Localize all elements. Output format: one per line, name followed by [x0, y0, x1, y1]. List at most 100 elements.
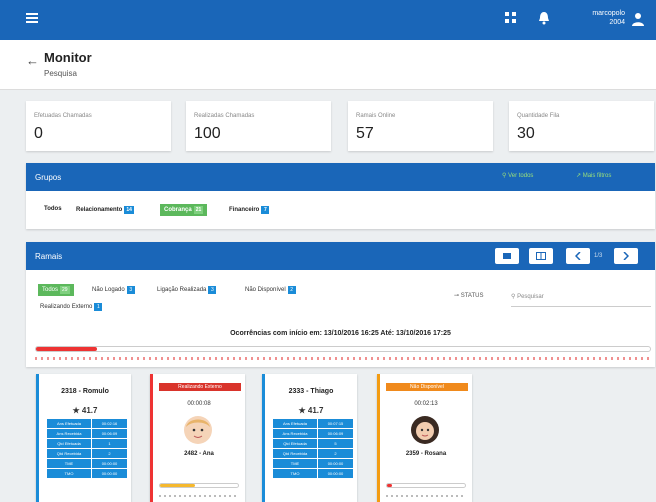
grid-view-icon: [536, 252, 546, 260]
metric-key: Ans Recebida: [273, 429, 317, 438]
stat-card-efetuadas: Efetuadas Chamadas 0: [26, 101, 171, 151]
group-chip-label: Todos: [44, 206, 62, 212]
filter-label: Realizando Externo: [40, 304, 93, 310]
agent-avatar: [183, 415, 213, 445]
call-progress-fill: [387, 484, 392, 487]
metric-key: Ans Recebida: [47, 429, 91, 438]
group-count-badge: 21: [193, 206, 204, 214]
metric-row: Ans Efetuada 00:07:15: [273, 419, 353, 428]
filter-count-badge: 2: [287, 286, 296, 294]
group-chip-financeiro[interactable]: Financeiro 7: [229, 206, 270, 214]
filter-label: Não Disponível: [245, 287, 286, 293]
call-timer: 00:02:13: [414, 401, 438, 407]
filter-realizando-externo[interactable]: Realizando Externo 1: [40, 303, 103, 311]
metric-value: 00:06:09: [92, 429, 127, 438]
agent-card-romulo[interactable]: 2318 - Romulo ★ 41.7 Ans Efetuada 00:02:1…: [36, 374, 131, 502]
timeline-fill: [36, 347, 98, 351]
filter-nao-disponivel[interactable]: Não Disponível 2: [245, 286, 296, 294]
list-view-button[interactable]: [495, 248, 519, 264]
metric-value: 1: [92, 439, 127, 448]
back-arrow-icon[interactable]: ←: [26, 53, 39, 68]
metric-row: Ans Efetuada 00:02:16: [47, 419, 127, 428]
agent-name: 2359 - Rosana: [405, 451, 447, 457]
call-progress-fill: [160, 484, 196, 487]
filter-todos[interactable]: Todos 29: [38, 284, 74, 296]
next-page-button[interactable]: [614, 248, 638, 264]
filter-count-badge: 3: [126, 286, 135, 294]
stat-value: 100: [194, 125, 221, 142]
page-subtitle: Pesquisa: [44, 69, 77, 78]
search-field[interactable]: ⚲ Pesquisar: [511, 293, 651, 307]
metric-row: Qtd Efetuada 1: [47, 439, 127, 448]
agent-score: ★ 41.7: [298, 406, 324, 415]
page-header: ← Monitor Pesquisa: [0, 40, 656, 90]
metric-row: TMO 00:00:00: [47, 469, 127, 478]
agent-card-ana[interactable]: Realizando Externo 00:00:08 2482 - Ana: [150, 374, 245, 502]
call-progress-bar: [386, 483, 466, 488]
metric-value: 00:00:00: [92, 469, 127, 478]
more-filters-label: Mais filtros: [582, 173, 612, 179]
status-label: STATUS: [460, 293, 484, 299]
group-chip-label: Relacionamento: [76, 207, 123, 213]
ramais-title: Ramais: [35, 252, 63, 261]
grid-view-button[interactable]: [529, 248, 553, 264]
agent-card-rosana[interactable]: Não Disponível 00:02:13 2359 - Rosana: [377, 374, 472, 502]
status-tag: Não Disponível: [386, 383, 468, 391]
group-chip-relacionamento[interactable]: Relacionamento 14: [76, 206, 134, 214]
bell-icon[interactable]: [538, 11, 550, 25]
metric-key: Qtd Efetuada: [47, 439, 91, 448]
filter-ligacao-realizada[interactable]: Ligação Realizada 3: [157, 286, 217, 294]
call-timer: 00:00:08: [187, 401, 211, 407]
occurrences-range: Ocorrências com início em: 13/10/2016 16…: [230, 330, 451, 337]
stat-value: 57: [356, 125, 374, 142]
agent-name: 2318 - Romulo: [61, 388, 109, 395]
toggle-icon: ⊸: [454, 293, 461, 299]
user-avatar-icon[interactable]: [632, 12, 644, 26]
top-bar: marcopolo 2004: [0, 0, 656, 40]
filter-count-badge: 29: [60, 286, 70, 294]
status-toggle[interactable]: ⊸ STATUS: [454, 292, 483, 299]
filter-label: Todos: [42, 287, 59, 293]
user-info[interactable]: marcopolo 2004: [575, 9, 625, 27]
metric-value: 00:00:00: [318, 469, 353, 478]
metric-key: Qtd Efetuada: [273, 439, 317, 448]
more-filters-button[interactable]: ↗ Mais filtros: [576, 172, 611, 179]
stat-label: Realizadas Chamadas: [194, 113, 255, 119]
filter-nao-logado[interactable]: Não Logado 3: [92, 286, 135, 294]
group-chip-cobranca[interactable]: Cobrança 21: [160, 204, 208, 216]
filter-label: Ligação Realizada: [157, 287, 207, 293]
filter-label: Não Logado: [92, 287, 125, 293]
stat-card-fila: Quantidade Fila 30: [509, 101, 654, 151]
stat-card-ramais-online: Ramais Online 57: [348, 101, 493, 151]
metric-value: 00:06:09: [318, 429, 353, 438]
activity-dots: [159, 495, 239, 497]
page-indicator: 1/3: [594, 253, 603, 259]
metric-row: Qtd Recebida 2: [273, 449, 353, 458]
metric-value: 00:00:00: [318, 459, 353, 468]
stat-card-realizadas: Realizadas Chamadas 100: [186, 101, 331, 151]
apps-grid-icon[interactable]: [505, 12, 517, 24]
group-chip-todos[interactable]: Todos: [44, 206, 62, 212]
agent-card-thiago[interactable]: 2333 - Thiago ★ 41.7 Ans Efetuada 00:07:1…: [262, 374, 357, 502]
prev-page-button[interactable]: [566, 248, 590, 264]
metric-key: Qtd Recebida: [47, 449, 91, 458]
agent-name: 2482 - Ana: [184, 451, 214, 457]
metric-row: Ans Recebida 00:06:09: [273, 429, 353, 438]
metric-value: 00:02:16: [92, 419, 127, 428]
metric-value: 5: [318, 439, 353, 448]
hamburger-menu-icon[interactable]: [26, 13, 38, 23]
call-progress-bar: [159, 483, 239, 488]
view-all-button[interactable]: ⚲ Ver todos: [502, 172, 533, 179]
metric-key: Ans Efetuada: [273, 419, 317, 428]
timeline-bar[interactable]: [35, 346, 651, 352]
groups-title: Grupos: [35, 173, 62, 182]
metric-key: TMO: [47, 469, 91, 478]
agent-score: ★ 41.7: [72, 406, 98, 415]
stat-value: 0: [34, 125, 43, 142]
metric-key: TME: [273, 459, 317, 468]
group-chip-label: Financeiro: [229, 207, 260, 213]
metric-row: TME 00:00:00: [47, 459, 127, 468]
metric-key: TME: [47, 459, 91, 468]
group-chip-label: Cobrança: [164, 207, 192, 213]
metric-key: TMO: [273, 469, 317, 478]
